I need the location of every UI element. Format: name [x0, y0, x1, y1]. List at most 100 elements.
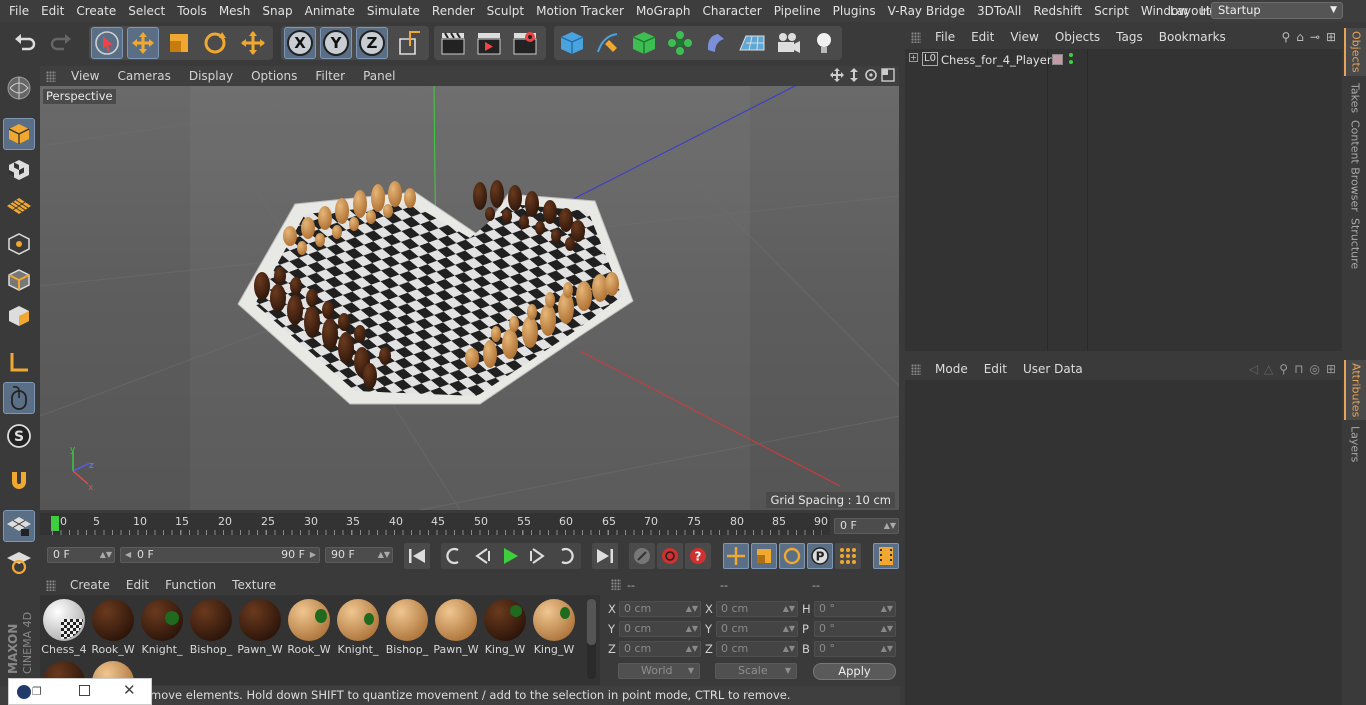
material-chess-4[interactable]: Chess_4 [41, 597, 87, 656]
zoom-icon[interactable] [847, 68, 861, 82]
keyframe-selection-button[interactable]: ? [685, 543, 711, 569]
spinner-icon[interactable]: ▲▼ [884, 519, 896, 533]
x-axis-button[interactable]: X [284, 27, 316, 59]
workplane-mode-button[interactable] [3, 190, 35, 222]
material-scrollbar[interactable] [587, 599, 596, 679]
y-axis-button[interactable]: Y [320, 27, 352, 59]
key-scale-button[interactable] [751, 543, 777, 569]
play-button[interactable] [497, 543, 523, 569]
render-settings-button[interactable] [509, 27, 541, 59]
material-rook-light[interactable]: Rook_W [286, 597, 332, 656]
search-icon[interactable]: ⚲ [1281, 30, 1290, 44]
menu-plugins[interactable]: Plugins [827, 0, 882, 22]
menu-sculpt[interactable]: Sculpt [481, 0, 530, 22]
expand-icon[interactable]: + [909, 53, 918, 62]
menu-tools[interactable]: Tools [171, 0, 213, 22]
scale-tool-button[interactable] [163, 27, 195, 59]
lock-workplane-button[interactable] [3, 510, 35, 542]
maximize-icon[interactable] [79, 685, 90, 696]
orbit-icon[interactable] [864, 68, 878, 82]
material-knight-dark[interactable]: Knight_ [139, 597, 185, 656]
texture-mode-button[interactable] [3, 154, 35, 186]
home-icon[interactable]: ⌂ [1296, 30, 1304, 44]
menu-character[interactable]: Character [696, 0, 767, 22]
size-z-field[interactable]: 0 cm ▲▼ [716, 641, 798, 657]
material-king-dark[interactable]: King_W [482, 597, 528, 656]
current-frame-field[interactable]: 0 F ▲▼ [834, 518, 899, 534]
tab-content-browser[interactable]: Content Browser [1344, 120, 1366, 212]
search-icon[interactable]: ⚲ [1279, 362, 1288, 376]
key-position-button[interactable] [723, 543, 749, 569]
spinner-icon[interactable]: ▲▼ [783, 642, 795, 656]
spinner-icon[interactable]: ▲▼ [881, 622, 893, 636]
panel-grip-icon[interactable] [46, 579, 56, 591]
object-name[interactable]: Chess_for_4_Players [941, 53, 1058, 67]
back-arrow-icon[interactable]: ◁ [1249, 362, 1258, 376]
light-button[interactable] [808, 27, 840, 59]
object-menu-bookmarks[interactable]: Bookmarks [1151, 30, 1234, 44]
menu-mesh[interactable]: Mesh [213, 0, 257, 22]
tweak-mode-button[interactable] [3, 382, 35, 414]
material-pawn-dark[interactable]: Pawn_W [237, 597, 283, 656]
edges-mode-button[interactable] [3, 264, 35, 296]
spinner-icon[interactable]: ▲▼ [100, 548, 112, 562]
undo-button[interactable] [9, 27, 41, 59]
viewport-menu-display[interactable]: Display [180, 69, 242, 83]
attribute-menu-user-data[interactable]: User Data [1015, 362, 1091, 376]
3d-viewport[interactable]: y z x Perspective Grid Spacing : 10 cm [40, 86, 899, 510]
menu-3dtoall[interactable]: 3DToAll [971, 0, 1027, 22]
spinner-icon[interactable]: ▲▼ [783, 622, 795, 636]
menu-pipeline[interactable]: Pipeline [768, 0, 827, 22]
timeline-window-button[interactable] [873, 543, 899, 569]
new-window-icon[interactable]: ⊞ [1326, 362, 1336, 376]
material-bishop-light[interactable]: Bishop_ [384, 597, 430, 656]
object-menu-edit[interactable]: Edit [963, 30, 1002, 44]
material-bishop-dark[interactable]: Bishop_ [188, 597, 234, 656]
coord-mode-dropdown[interactable]: Scale ▼ [715, 663, 797, 679]
spinner-icon[interactable]: ▲▼ [686, 622, 698, 636]
material-menu-create[interactable]: Create [62, 578, 118, 592]
deformers-button[interactable] [700, 27, 732, 59]
spinner-icon[interactable]: ▲▼ [686, 602, 698, 616]
tab-takes[interactable]: Takes [1344, 80, 1366, 116]
spinner-icon[interactable]: ▲▼ [881, 602, 893, 616]
tab-attributes[interactable]: Attributes [1344, 360, 1366, 420]
go-to-end-button[interactable] [592, 543, 618, 569]
key-parameter-button[interactable]: P [807, 543, 833, 569]
apply-button[interactable]: Apply [813, 663, 896, 680]
next-keyframe-button[interactable] [553, 543, 579, 569]
layer-color-swatch[interactable] [1052, 54, 1063, 65]
go-to-start-button[interactable] [404, 543, 430, 569]
timeline-ruler[interactable]: 0 5 10 15 20 25 30 35 40 45 50 55 60 65 … [40, 513, 830, 535]
material-menu-edit[interactable]: Edit [118, 578, 157, 592]
planar-workplane-button[interactable] [3, 546, 35, 578]
floor-button[interactable] [736, 27, 768, 59]
restore-icon[interactable]: ❐ [32, 685, 42, 698]
object-menu-objects[interactable]: Objects [1047, 30, 1108, 44]
record-keys-button[interactable] [629, 543, 655, 569]
key-pla-button[interactable] [835, 543, 861, 569]
viewport-menu-filter[interactable]: Filter [306, 69, 354, 83]
material-menu-function[interactable]: Function [157, 578, 224, 592]
spinner-icon[interactable]: ▲▼ [881, 642, 893, 656]
auto-keying-button[interactable] [657, 543, 683, 569]
size-y-field[interactable]: 0 cm ▲▼ [716, 621, 798, 637]
mograph-button[interactable] [664, 27, 696, 59]
redo-button[interactable] [45, 27, 77, 59]
tab-objects[interactable]: Objects [1344, 28, 1366, 76]
render-visibility-dot[interactable] [1069, 60, 1073, 64]
camera-button[interactable] [772, 27, 804, 59]
key-rotation-button[interactable] [779, 543, 805, 569]
size-x-field[interactable]: 0 cm ▲▼ [716, 601, 798, 617]
model-mode-button[interactable] [3, 118, 35, 150]
material-rook-w-dark[interactable]: Rook_W [90, 597, 136, 656]
live-selection-button[interactable] [91, 27, 123, 59]
rot-b-field[interactable]: 0 ° ▲▼ [814, 641, 896, 657]
frame-range-slider[interactable]: ◀ 0 F 90 F ▶ [120, 547, 320, 563]
next-frame-button[interactable] [525, 543, 551, 569]
cube-object-button[interactable] [556, 27, 588, 59]
attribute-menu-mode[interactable]: Mode [927, 362, 976, 376]
pos-y-field[interactable]: 0 cm ▲▼ [619, 621, 701, 637]
generators-button[interactable] [628, 27, 660, 59]
material-knight-light[interactable]: Knight_ [335, 597, 381, 656]
